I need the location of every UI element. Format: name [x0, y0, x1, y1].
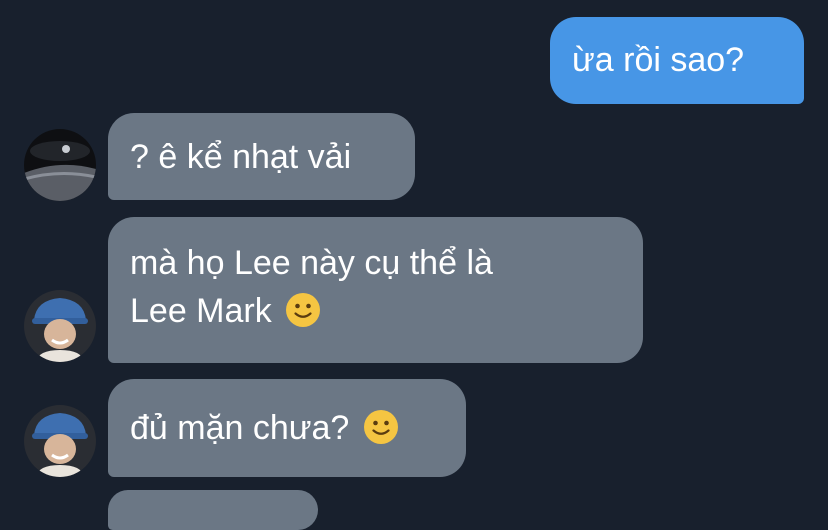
incoming-message-bubble[interactable]: mà họ Lee này cụ thể là Lee Mark: [108, 217, 643, 363]
avatar-photo: [24, 405, 96, 477]
avatar[interactable]: [24, 405, 96, 477]
avatar-photo: [24, 290, 96, 362]
avatar[interactable]: [24, 290, 96, 362]
slightly-smiling-face-icon: [286, 293, 321, 327]
avatar[interactable]: [24, 129, 96, 201]
incoming-message-bubble[interactable]: [108, 490, 318, 530]
avatar-photo: [24, 129, 96, 201]
message-text: đủ mặn chưa?: [130, 409, 350, 447]
incoming-message-bubble[interactable]: đủ mặn chưa?: [108, 379, 466, 477]
message-text-line: Lee Mark: [130, 292, 272, 330]
message-text-line: mà họ Lee này cụ thể là: [130, 244, 493, 282]
message-text: ? ê kể nhạt vải: [130, 138, 352, 176]
slightly-smiling-face-icon: [363, 410, 398, 444]
message-text: ừa rồi sao?: [572, 41, 745, 79]
incoming-message-bubble[interactable]: ? ê kể nhạt vải: [108, 113, 415, 200]
outgoing-message-bubble[interactable]: ừa rồi sao?: [550, 17, 804, 104]
